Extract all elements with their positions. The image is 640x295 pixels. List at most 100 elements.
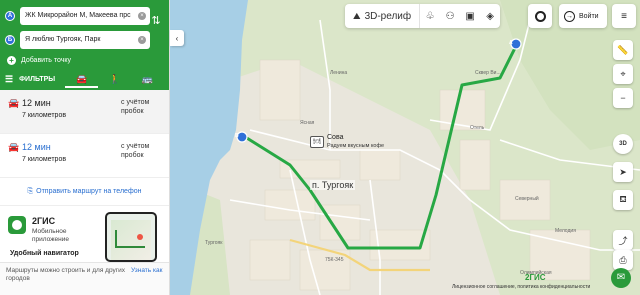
to-value: Я люблю Тургояк, Парк xyxy=(25,36,101,43)
transport-mode-bar: ☰ ФИЛЬТРЫ 🚘 🚶 🚌 xyxy=(5,70,164,88)
bus-mode-tab[interactable]: 🚌 xyxy=(131,70,164,88)
filters-button[interactable]: ☰ ФИЛЬТРЫ xyxy=(5,74,65,85)
print-icon: ⎙ xyxy=(619,254,627,265)
zoom-out-button[interactable]: − xyxy=(613,88,633,108)
filters-label: ФИЛЬТРЫ xyxy=(19,75,56,83)
people-icon: ⚇ xyxy=(445,10,455,22)
leaf-icon: ♧ xyxy=(425,10,435,22)
share-button[interactable]: ⤴ xyxy=(613,230,633,250)
print-button[interactable]: ⎙ xyxy=(613,250,633,270)
map-toolbar: ⛰ 3D-релиф ♧ ⚇ ▣ ◈ xyxy=(345,4,501,28)
route-end-badge: A xyxy=(509,40,513,46)
bag-icon: ▣ xyxy=(465,10,475,22)
walk-icon: 🚶 xyxy=(108,74,121,84)
minus-icon: − xyxy=(620,93,626,103)
brand-mark: 2ГИС xyxy=(525,273,546,282)
bus-icon: 🚌 xyxy=(141,74,154,84)
footer-text: Маршруты можно строить и для других горо… xyxy=(6,267,125,282)
route-panel: A ЖК Микрорайон М, Макеева прс × Б Я люб… xyxy=(0,0,170,295)
from-input[interactable]: ЖК Микрорайон М, Макеева прс × xyxy=(20,7,150,25)
route-start-badge: Б xyxy=(235,133,239,139)
add-point-button[interactable]: + Добавить точку xyxy=(7,54,164,66)
filter-icon: ☰ xyxy=(5,73,14,84)
share-icon: ⤴ xyxy=(618,235,628,246)
car-icon: 🚘 xyxy=(75,74,88,84)
login-button[interactable]: → Войти xyxy=(559,4,607,28)
send-route-to-phone-link[interactable]: ⎘ Отправить маршрут на телефон xyxy=(0,178,169,206)
map-label-lenina: Ленина xyxy=(330,70,348,76)
compass-label: 3D xyxy=(619,141,627,147)
add-point-label: Добавить точку xyxy=(21,56,72,64)
relief-icon: ⛰ xyxy=(353,10,361,21)
app-promo[interactable]: 2ГИС Мобильное приложение Удобный навига… xyxy=(0,206,169,262)
clear-from-icon[interactable]: × xyxy=(138,12,146,20)
app-logo-icon xyxy=(8,216,26,234)
swap-icon[interactable]: ⇅ xyxy=(151,16,161,27)
my-location-button[interactable]: ➤ xyxy=(613,162,633,182)
ring-icon xyxy=(534,10,546,22)
location-button[interactable]: ⌖ xyxy=(613,64,633,84)
relief-label: 3D-релиф xyxy=(364,10,412,22)
send-route-label: Отправить маршрут на телефон xyxy=(36,188,142,195)
to-row: Б Я люблю Тургояк, Парк × xyxy=(5,30,164,50)
map-label-north: Северный xyxy=(515,196,539,202)
login-icon: → xyxy=(564,10,575,22)
people-button[interactable]: ⚇ xyxy=(440,4,460,28)
map-label-hotel: Отель xyxy=(470,125,485,131)
route-form: A ЖК Микрорайон М, Макеева прс × Б Я люб… xyxy=(0,0,169,90)
login-label: Войти xyxy=(579,12,599,20)
leisure-button[interactable]: ♧ xyxy=(420,4,440,28)
map-label-lakeshore: Тургояк xyxy=(205,240,223,246)
phone-icon: ⎘ xyxy=(27,187,34,195)
walk-mode-tab[interactable]: 🚶 xyxy=(98,70,131,88)
promo-subtitle: Мобильное приложение xyxy=(32,228,69,243)
car-icon: 🚘 xyxy=(8,142,20,152)
compass-button[interactable]: 3D xyxy=(613,134,633,154)
menu-button[interactable]: ≡ xyxy=(612,4,636,28)
layers-icon: ◈ xyxy=(486,10,494,22)
routes-button[interactable]: ⛾ xyxy=(613,190,633,210)
poi-description: Радуем вкусным кофе xyxy=(327,143,385,149)
route-option-2[interactable]: 🚘 12 мин 7 километров с учётом пробок xyxy=(0,134,169,178)
from-row: A ЖК Микрорайон М, Макеева прс × xyxy=(5,6,164,26)
layers-button[interactable]: ◈ xyxy=(480,4,500,28)
bag-button[interactable]: ▣ xyxy=(460,4,480,28)
car-mode-tab[interactable]: 🚘 xyxy=(65,70,99,88)
phone-preview-image xyxy=(105,212,157,262)
point-a-badge: A xyxy=(5,11,15,21)
car-icon: 🚘 xyxy=(8,98,20,108)
settings-button[interactable] xyxy=(528,4,552,28)
map-label-road: 75К-345 xyxy=(325,257,344,263)
map-label-yasnaya: Ясная xyxy=(300,120,315,126)
relief-3d-button[interactable]: ⛰ 3D-релиф xyxy=(345,4,421,28)
to-input[interactable]: Я люблю Тургояк, Парк × xyxy=(20,31,150,49)
map-pin-icon: ⛾ xyxy=(619,194,627,204)
promo-brand: 2ГИС xyxy=(32,216,56,226)
footer-note: Маршруты можно строить и для других горо… xyxy=(0,262,169,295)
ruler-icon: 📏 xyxy=(617,44,629,55)
chevron-left-icon: ‹ xyxy=(175,33,179,43)
learn-how-link[interactable]: Узнать как xyxy=(131,267,162,275)
navigation-icon: ➤ xyxy=(619,166,627,177)
map-label-tech: Сквер Ви... xyxy=(475,70,501,76)
map-canvas[interactable]: A Б Сквер Ви... Северный Ленина Ясная От… xyxy=(170,0,640,295)
cafe-icon: 🍽 xyxy=(310,136,324,148)
collapse-panel-button[interactable]: ‹ xyxy=(170,30,184,46)
town-label: п. Тургояк xyxy=(310,180,356,190)
plus-icon: + xyxy=(7,55,16,65)
clear-to-icon[interactable]: × xyxy=(138,36,146,44)
promo-headline: Удобный навигатор xyxy=(10,250,79,257)
ruler-button[interactable]: 📏 xyxy=(613,40,633,60)
point-b-badge: Б xyxy=(5,35,15,45)
hamburger-icon: ≡ xyxy=(621,10,627,22)
locate-icon: ⌖ xyxy=(620,68,626,79)
map-base xyxy=(170,0,640,295)
attribution-link[interactable]: Лицензионное соглашение, политика конфид… xyxy=(452,284,590,290)
map-label-melody: Мелодия xyxy=(555,228,576,234)
chat-icon[interactable]: ✉ xyxy=(611,268,631,288)
route-traffic-note: с учётом пробок xyxy=(121,143,150,159)
route-traffic-note: с учётом пробок xyxy=(121,99,150,115)
from-value: ЖК Микрорайон М, Макеева прс xyxy=(25,12,131,19)
route-option-1[interactable]: 🚘 12 мин 7 километров с учётом пробок xyxy=(0,90,169,134)
poi-name: Сова xyxy=(327,134,344,141)
